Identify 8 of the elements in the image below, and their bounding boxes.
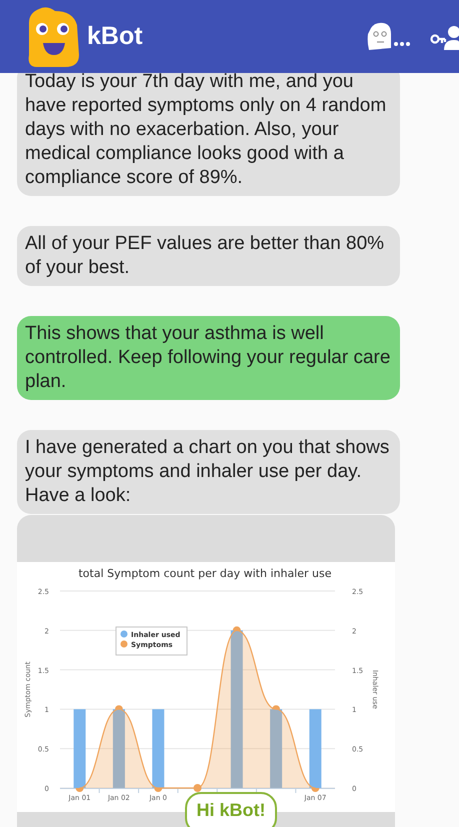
app-title: kBot <box>87 22 143 51</box>
typing-bot-icon[interactable] <box>365 22 411 52</box>
chart-title: total Symptom count per day with inhaler use <box>78 567 332 580</box>
message-bubble: I have generated a chart on you that shows your symptoms and inhaler use per day. Have a look: <box>17 430 400 514</box>
message-bubble: All of your PEF values are better than 80% of your best. <box>17 226 400 286</box>
chart-legend <box>116 626 188 656</box>
message-bubble: This shows that your asthma is well controlled. Keep following your regular care plan. <box>17 316 400 400</box>
quick-reply-button[interactable]: Hi kBot! <box>185 792 277 827</box>
